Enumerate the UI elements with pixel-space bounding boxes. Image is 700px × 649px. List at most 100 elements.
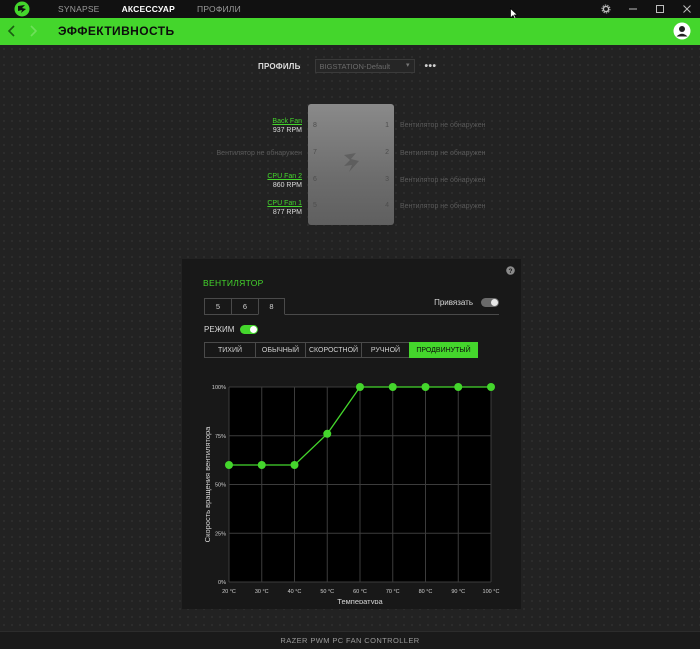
curve-point[interactable] — [257, 461, 266, 469]
profile-label: ПРОФИЛЬ — [258, 61, 301, 71]
main-content: ПРОФИЛЬ BIGSTATION-Default ▾ ••• Back Fa… — [0, 45, 700, 631]
y-tick-label: 100% — [212, 385, 226, 391]
port-number: 8 — [313, 122, 317, 129]
mode-buttons: ТИХИЙ ОБЫЧНЫЙ СКОРОСТНОЙ РУЧНОЙ ПРОДВИНУ… — [204, 342, 478, 358]
fan-name-link[interactable]: Back Fan — [272, 117, 302, 126]
svg-text:?: ? — [509, 268, 513, 275]
page-title: ЭФФЕКТИВНОСТЬ — [58, 24, 175, 38]
bind-toggle[interactable] — [481, 298, 499, 307]
fan-controller-device-image: 8 7 6 5 1 2 3 4 — [308, 104, 394, 225]
tab-divider — [204, 314, 499, 315]
help-icon[interactable]: ? — [506, 266, 515, 275]
toggle-knob — [491, 299, 498, 306]
y-tick-label: 0% — [218, 580, 226, 586]
fan-not-detected: Вентилятор не обнаружен — [400, 203, 486, 210]
curve-point[interactable] — [421, 383, 430, 391]
x-axis-label: Температура — [337, 597, 383, 604]
x-tick-label: 90 °C — [451, 589, 465, 595]
mode-button-manual[interactable]: РУЧНОЙ — [361, 342, 409, 358]
x-tick-label: 50 °C — [320, 589, 334, 595]
toggle-knob — [250, 326, 258, 333]
fan-label-port-7: Вентилятор не обнаружен — [217, 149, 302, 158]
fan-name-link[interactable]: CPU Fan 1 — [267, 199, 302, 208]
port-number: 2 — [385, 149, 389, 156]
x-tick-label: 20 °C — [222, 589, 236, 595]
fan-curve-chart: 20 °C 30 °C 40 °C 50 °C 60 °C 70 °C 80 °C 90 °C… — [182, 359, 521, 604]
y-tick-label: 25% — [215, 531, 226, 537]
x-tick-label: 40 °C — [288, 589, 302, 595]
fan-rpm: 860 RPM — [272, 182, 302, 189]
forward-arrow-icon[interactable] — [26, 23, 40, 39]
fan-not-detected: Вентилятор не обнаружен — [400, 150, 486, 157]
nav-tab-synapse[interactable]: SYNAPSE — [58, 4, 100, 14]
fan-label-port-3: Вентилятор не обнаружен — [400, 176, 485, 185]
x-tick-label: 70 °C — [386, 589, 400, 595]
curve-point[interactable] — [487, 383, 495, 391]
fan-tab-5[interactable]: 5 — [204, 298, 231, 315]
gear-icon[interactable] — [592, 0, 619, 18]
x-tick-label: 80 °C — [419, 589, 433, 595]
fan-label-port-6: CPU Fan 2 860 RPM — [267, 172, 302, 190]
razer-snake-logo-icon — [344, 153, 359, 172]
port-number: 6 — [313, 176, 317, 183]
port-number: 3 — [385, 176, 389, 183]
fan-tab-8[interactable]: 8 — [258, 298, 285, 315]
x-tick-label: 60 °C — [353, 589, 367, 595]
fan-rpm: 937 RPM — [272, 127, 302, 134]
minimize-icon[interactable] — [619, 0, 646, 18]
status-bar: RAZER PWM PC FAN CONTROLLER — [0, 631, 700, 649]
window-controls — [592, 0, 700, 18]
panel-title: ВЕНТИЛЯТОР — [203, 278, 264, 288]
razer-logo-icon[interactable] — [14, 1, 30, 17]
fan-rpm: 877 RPM — [272, 209, 302, 216]
curve-point[interactable] — [290, 461, 299, 469]
fan-settings-panel: ? ВЕНТИЛЯТОР 5 6 8 Привязать РЕЖИМ ТИХИЙ… — [182, 259, 521, 609]
profile-selected-value: BIGSTATION-Default — [319, 62, 391, 71]
page-header: ЭФФЕКТИВНОСТЬ — [0, 18, 700, 45]
curve-point[interactable] — [388, 383, 397, 391]
fan-not-detected: Вентилятор не обнаружен — [400, 177, 486, 184]
mode-button-advanced[interactable]: ПРОДВИНУТЫЙ — [409, 342, 478, 358]
fan-tab-6[interactable]: 6 — [231, 298, 258, 315]
fan-label-port-2: Вентилятор не обнаружен — [400, 149, 485, 158]
fan-name-link[interactable]: CPU Fan 2 — [267, 172, 302, 181]
bind-row: Привязать — [434, 298, 499, 307]
top-navigation: SYNAPSE АКСЕССУАР ПРОФИЛИ — [58, 0, 263, 18]
curve-point[interactable] — [323, 429, 332, 438]
device-name: RAZER PWM PC FAN CONTROLLER — [280, 636, 420, 645]
fan-curve-svg: 20 °C 30 °C 40 °C 50 °C 60 °C 70 °C 80 °C 90 °C… — [203, 383, 500, 604]
more-options-button[interactable]: ••• — [425, 61, 437, 72]
fan-tabs: 5 6 8 — [204, 298, 285, 315]
fan-label-port-5: CPU Fan 1 877 RPM — [267, 199, 302, 217]
bind-label: Привязать — [434, 298, 473, 307]
back-arrow-icon[interactable] — [5, 23, 19, 39]
port-number: 5 — [313, 202, 317, 209]
y-tick-label: 50% — [215, 483, 226, 489]
fan-label-port-8: Back Fan 937 RPM — [272, 117, 302, 135]
mode-row: РЕЖИМ — [204, 325, 259, 334]
port-number: 7 — [313, 149, 317, 156]
y-tick-label: 75% — [215, 434, 226, 440]
user-avatar-icon[interactable] — [673, 22, 691, 40]
curve-point[interactable] — [356, 383, 364, 391]
curve-point[interactable] — [454, 383, 463, 391]
mode-button-normal[interactable]: ОБЫЧНЫЙ — [255, 342, 305, 358]
fan-not-detected: Вентилятор не обнаружен — [216, 150, 302, 157]
port-number: 4 — [385, 202, 389, 209]
fan-label-port-1: Вентилятор не обнаружен — [400, 121, 485, 130]
title-bar: SYNAPSE АКСЕССУАР ПРОФИЛИ — [0, 0, 700, 20]
curve-point[interactable] — [225, 461, 233, 469]
nav-tab-profiles[interactable]: ПРОФИЛИ — [197, 4, 241, 14]
fan-label-port-4: Вентилятор не обнаружен — [400, 202, 485, 211]
x-tick-label: 30 °C — [255, 589, 269, 595]
close-icon[interactable] — [673, 0, 700, 18]
fan-not-detected: Вентилятор не обнаружен — [400, 122, 486, 129]
x-tick-label: 100 °C — [483, 589, 500, 595]
mode-button-quiet[interactable]: ТИХИЙ — [204, 342, 255, 358]
profile-dropdown[interactable]: BIGSTATION-Default ▾ — [314, 59, 415, 73]
nav-tab-accessory[interactable]: АКСЕССУАР — [122, 4, 175, 14]
maximize-icon[interactable] — [646, 0, 673, 18]
port-number: 1 — [385, 122, 389, 129]
mode-toggle[interactable] — [240, 325, 259, 334]
mode-button-fast[interactable]: СКОРОСТНОЙ — [305, 342, 361, 358]
